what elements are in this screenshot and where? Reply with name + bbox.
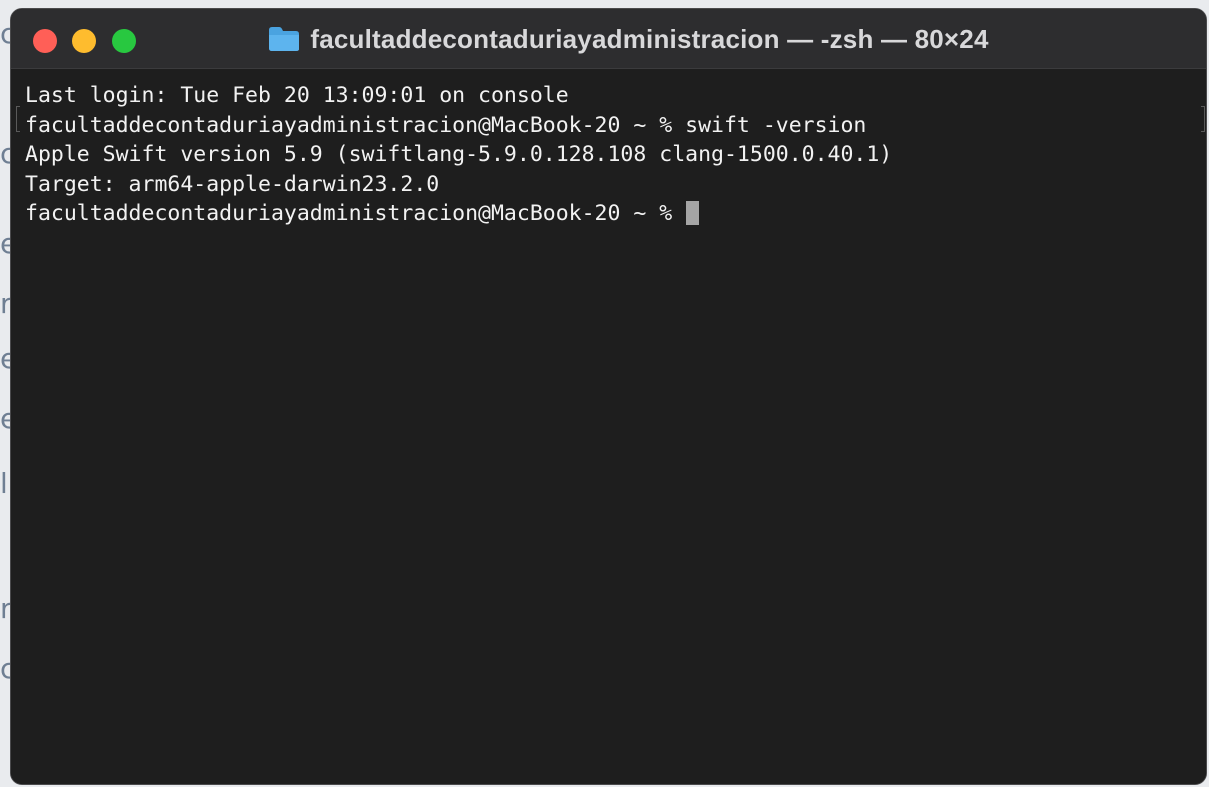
- shell-prompt: facultaddecontaduriayadministracion@MacB…: [25, 201, 686, 226]
- terminal-window[interactable]: facultaddecontaduriayadministracion — -z…: [10, 8, 1207, 785]
- terminal-line-target: Target: arm64-apple-darwin23.2.0: [25, 171, 440, 197]
- background-window-glyph: l: [0, 467, 8, 500]
- command-mark-right: [1201, 106, 1205, 132]
- command-mark-left: [16, 106, 20, 132]
- window-title-group: facultaddecontaduriayadministracion — -z…: [11, 9, 1206, 69]
- folder-icon: [268, 26, 300, 52]
- terminal-output[interactable]: Last login: Tue Feb 20 13:09:01 on conso…: [11, 69, 1206, 784]
- terminal-line-last-login: Last login: Tue Feb 20 13:09:01 on conso…: [25, 83, 569, 108]
- terminal-line-swift-version: Apple Swift version 5.9 (swiftlang-5.9.0…: [25, 142, 893, 167]
- window-title: facultaddecontaduriayadministracion — -z…: [310, 23, 989, 54]
- terminal-line-command: facultaddecontaduriayadministracion@MacB…: [25, 112, 867, 138]
- text-cursor: [686, 201, 700, 225]
- terminal-prompt-line[interactable]: facultaddecontaduriayadministracion@MacB…: [25, 199, 1206, 229]
- title-bar[interactable]: facultaddecontaduriayadministracion — -z…: [11, 9, 1206, 69]
